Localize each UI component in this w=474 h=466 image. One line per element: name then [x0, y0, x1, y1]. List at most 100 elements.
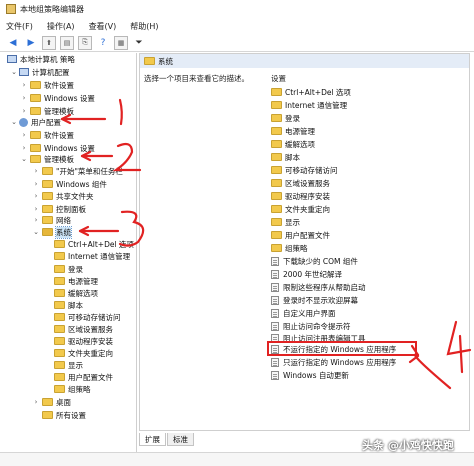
tree-label: Windows 设置	[44, 93, 95, 103]
setting-folder[interactable]: 组策略	[271, 242, 308, 254]
menu-view[interactable]: 查看(V)	[89, 21, 117, 32]
tree-computer-config[interactable]: ⌄ 计算机配置	[10, 66, 69, 78]
tree-sys-child[interactable]: 脚本	[52, 299, 83, 311]
description-text: 选择一个项目来查看它的描述。	[144, 74, 249, 83]
folder-icon	[42, 192, 53, 200]
status-bar	[0, 452, 474, 466]
column-header-setting[interactable]: 设置	[271, 73, 286, 84]
policy-item[interactable]: 限制这些程序从帮助启动	[271, 281, 366, 293]
chevron-down-icon[interactable]: ⌄	[32, 228, 40, 236]
tree-cc-windows[interactable]: › Windows 设置	[20, 92, 95, 104]
export-list-icon[interactable]: ⎘	[78, 35, 92, 50]
tree-root[interactable]: 本地计算机 策略	[6, 53, 75, 65]
chevron-right-icon[interactable]: ›	[32, 167, 40, 175]
policy-label: 限制这些程序从帮助启动	[283, 282, 366, 292]
tree-system[interactable]: ⌄ 系统	[32, 225, 72, 239]
tree-sys-child[interactable]: 驱动程序安装	[52, 335, 113, 347]
tree-sys-child[interactable]: 可移动存储访问	[52, 311, 121, 323]
setting-label: 驱动程序安装	[285, 191, 330, 201]
setting-folder[interactable]: 登录	[271, 112, 300, 124]
setting-folder[interactable]: 显示	[271, 216, 300, 228]
setting-folder[interactable]: 区域设置服务	[271, 177, 330, 189]
chevron-right-icon[interactable]: ›	[32, 216, 40, 224]
menu-file[interactable]: 文件(F)	[6, 21, 33, 32]
chevron-right-icon[interactable]: ›	[20, 131, 28, 139]
chevron-down-icon[interactable]: ⌄	[10, 118, 18, 126]
policy-item[interactable]: 阻止访问命令提示符	[271, 320, 351, 332]
chevron-down-icon[interactable]: ⌄	[20, 155, 28, 163]
chevron-right-icon[interactable]: ›	[20, 107, 28, 115]
folder-icon	[54, 373, 65, 381]
tree-uc-software[interactable]: › 软件设置	[20, 129, 74, 141]
tree-sys-child[interactable]: 用户配置文件	[52, 371, 113, 383]
chevron-right-icon[interactable]: ›	[32, 398, 40, 406]
chevron-right-icon[interactable]: ›	[20, 144, 28, 152]
policy-item[interactable]: 登录时不显示欢迎屏幕	[271, 294, 358, 306]
setting-label: Ctrl+Alt+Del 选项	[285, 87, 351, 97]
policy-label: 只运行指定的 Windows 应用程序	[283, 357, 397, 367]
details-header-title: 系统	[158, 56, 173, 66]
menu-action[interactable]: 操作(A)	[47, 21, 75, 32]
tree-sys-child[interactable]: 电源管理	[52, 275, 98, 287]
tab-extended[interactable]: 扩展	[139, 433, 166, 446]
chevron-right-icon[interactable]: ›	[20, 81, 28, 89]
setting-folder[interactable]: Internet 通信管理	[271, 99, 347, 111]
tree-sys-child[interactable]: 区域设置服务	[52, 323, 113, 335]
folder-icon	[54, 337, 65, 345]
tree-sys-child[interactable]: 登录	[52, 263, 83, 275]
tree-uc-admin[interactable]: ⌄ 管理模板	[20, 153, 74, 165]
policy-icon	[7, 55, 17, 63]
tree-sys-child[interactable]: Ctrl+Alt+Del 选项	[52, 238, 134, 250]
tree-desktop[interactable]: › 桌面	[32, 396, 71, 408]
tree-start-menu[interactable]: › "开始"菜单和任务栏	[32, 165, 123, 177]
show-hide-tree-icon[interactable]: ▤	[60, 35, 74, 50]
policy-item[interactable]: 2000 年世纪解译	[271, 268, 342, 280]
policy-item[interactable]: 只运行指定的 Windows 应用程序	[271, 356, 396, 368]
menu-help[interactable]: 帮助(H)	[130, 21, 158, 32]
tree-user-config[interactable]: ⌄ 用户配置	[10, 116, 61, 128]
chevron-right-icon[interactable]: ›	[32, 192, 40, 200]
tree-network[interactable]: › 网络	[32, 214, 71, 226]
setting-folder[interactable]: 文件夹重定向	[271, 203, 330, 215]
tree-sys-child[interactable]: 缓解选项	[52, 287, 98, 299]
filter-icon[interactable]: ⏷	[132, 36, 146, 50]
up-folder-icon[interactable]: ⬆	[42, 35, 56, 50]
chevron-down-icon[interactable]: ⌄	[10, 68, 18, 76]
tree-shared-folders[interactable]: › 共享文件夹	[32, 190, 94, 202]
setting-folder[interactable]: 脚本	[271, 151, 300, 163]
back-arrow-icon[interactable]: ◀	[6, 36, 20, 50]
setting-folder[interactable]: 缓解选项	[271, 138, 315, 150]
setting-folder[interactable]: 驱动程序安装	[271, 190, 330, 202]
tree-sys-child[interactable]: 组策略	[52, 383, 91, 395]
tree-sys-child[interactable]: Internet 通信管理	[52, 250, 130, 262]
setting-folder[interactable]: 用户配置文件	[271, 229, 330, 241]
folder-icon	[271, 231, 282, 239]
folder-icon	[144, 57, 155, 65]
tree-all-settings[interactable]: 所有设置	[32, 409, 86, 421]
chevron-right-icon[interactable]: ›	[20, 94, 28, 102]
tree-label: 软件设置	[44, 80, 74, 90]
policy-item[interactable]: Windows 自动更新	[271, 369, 349, 381]
setting-folder[interactable]: 可移动存储访问	[271, 164, 338, 176]
policy-item[interactable]: 下载缺少的 COM 组件	[271, 255, 358, 267]
folder-icon	[271, 127, 282, 135]
tree-sys-child[interactable]: 文件夹重定向	[52, 347, 113, 359]
chevron-right-icon[interactable]: ›	[32, 180, 40, 188]
tree-label: 桌面	[56, 397, 71, 407]
tree-label: 登录	[68, 264, 83, 274]
chevron-right-icon[interactable]: ›	[32, 205, 40, 213]
policy-item[interactable]: 自定义用户界面	[271, 307, 336, 319]
help-icon[interactable]: ?	[96, 36, 110, 50]
details-header: 系统	[140, 54, 469, 68]
tree-cc-software[interactable]: › 软件设置	[20, 79, 74, 91]
tree-label: 管理模板	[44, 106, 74, 116]
setting-folder[interactable]: 电源管理	[271, 125, 315, 137]
tab-standard[interactable]: 标准	[167, 433, 194, 446]
tree-sys-child[interactable]: 显示	[52, 359, 83, 371]
highlight-box	[267, 341, 417, 356]
forward-arrow-icon[interactable]: ▶	[24, 36, 38, 50]
folder-icon	[271, 218, 282, 226]
setting-folder[interactable]: Ctrl+Alt+Del 选项	[271, 86, 351, 98]
tree-windows-components[interactable]: › Windows 组件	[32, 178, 107, 190]
properties-icon[interactable]: ▦	[114, 35, 128, 50]
